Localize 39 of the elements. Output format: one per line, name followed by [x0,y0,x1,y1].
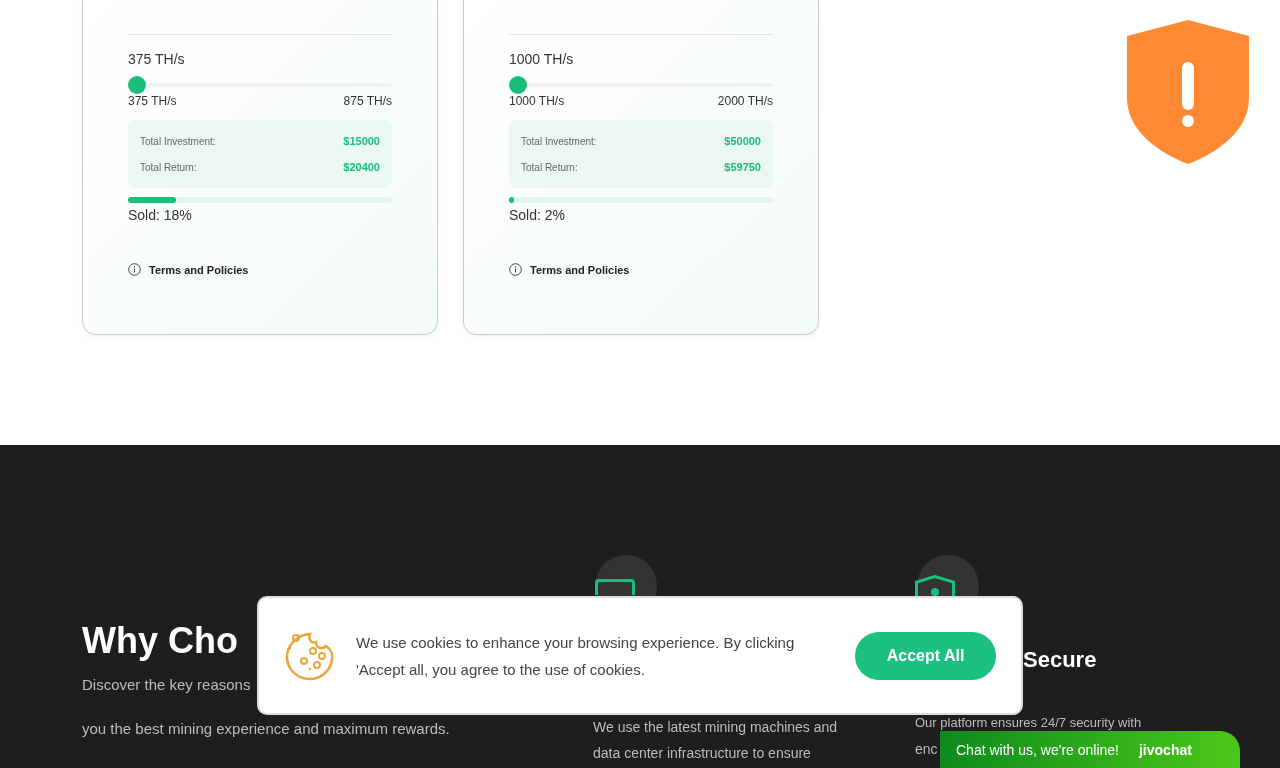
shield-icon [915,575,955,596]
investment-value: $15000 [343,135,380,147]
section-heading: Why Cho [82,619,238,663]
section-description: you the best mining experience and maximum rewards. [82,719,450,739]
sold-percentage: Sold: 2% [509,207,567,223]
chat-brand: jivochat [1139,741,1192,758]
slider-max: 2000 TH/s [717,94,773,108]
investment-label: Total Investment: [140,135,216,147]
slider-min: 375 TH/s [128,94,177,108]
monitor-icon [595,579,635,595]
sold-percentage: Sold: 18% [128,207,193,223]
investment-value: $50000 [724,135,761,147]
hashrate-slider[interactable] [128,76,392,94]
slider-thumb[interactable] [509,76,527,94]
hashrate-slider[interactable] [509,76,773,94]
feature-text: Our platform ensures 24/7 security with [915,716,1142,730]
chat-message: Chat with us, we're online! [956,741,1119,758]
terms-link[interactable]: Terms and Policies [530,263,630,276]
section-description: Discover the key reasons [82,675,251,695]
feature-text: We use the latest mining machines and [593,718,838,737]
hashrate-value: 375 TH/s [128,51,186,69]
terms-link[interactable]: Terms and Policies [149,263,249,276]
feature-text: enc [915,740,938,759]
return-value: $20400 [343,161,380,173]
info-icon [128,263,141,276]
feature-text: data center infrastructure to ensure [593,744,811,763]
cookie-message: We use cookies to enhance your browsing experience. By clicking 'Accept all, you agree to the use of cookies. [356,632,796,680]
return-value: $59750 [724,161,761,173]
hashrate-value: 1000 TH/s [509,51,575,69]
info-icon [509,263,522,276]
return-label: Total Return: [140,161,197,173]
slider-min: 1000 TH/s [509,94,565,108]
return-label: Total Return: [521,161,578,173]
slider-thumb[interactable] [128,76,146,94]
shield-warning-icon [1127,20,1249,164]
investment-label: Total Investment: [521,135,597,147]
feature-heading: Secure [1023,647,1097,672]
slider-max: 875 TH/s [343,94,392,108]
chat-toast[interactable]: Chat with us, we're online! jivochat [940,731,1240,768]
